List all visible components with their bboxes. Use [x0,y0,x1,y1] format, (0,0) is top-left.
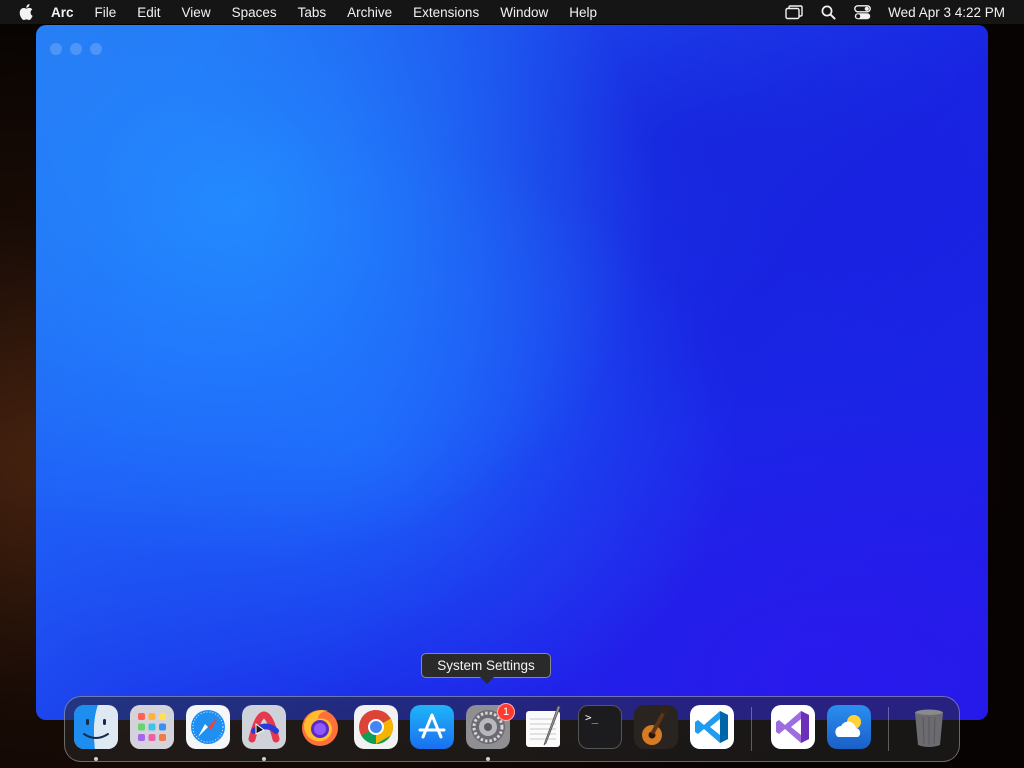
dock-separator [888,707,889,751]
dock-separator [751,707,752,751]
apple-icon[interactable] [17,3,35,21]
menu-app-name[interactable]: Arc [51,5,74,20]
menubar-status-area: Wed Apr 3 4:22 PM [784,0,1024,24]
vscode-icon[interactable] [690,705,734,749]
running-indicator [94,757,98,761]
menu-window[interactable]: Window [500,5,548,20]
arc-browser-window[interactable] [36,25,988,720]
menu-spaces[interactable]: Spaces [232,5,277,20]
control-center-icon[interactable] [852,3,872,21]
zoom-window-button[interactable] [90,43,102,55]
textedit-icon[interactable] [522,705,566,749]
screen-mirroring-icon[interactable] [784,3,804,21]
visual-studio-icon[interactable] [771,705,815,749]
arc-icon[interactable] [242,705,286,749]
menu-bar: Arc File Edit View Spaces Tabs Archive E… [0,0,1024,24]
finder-icon[interactable] [74,705,118,749]
close-window-button[interactable] [50,43,62,55]
weather-icon[interactable] [827,705,871,749]
minimize-window-button[interactable] [70,43,82,55]
menu-tabs[interactable]: Tabs [298,5,327,20]
app-store-icon[interactable] [410,705,454,749]
menu-help[interactable]: Help [569,5,597,20]
launchpad-icon[interactable] [130,705,174,749]
terminal-prompt: >_ [585,711,599,724]
safari-icon[interactable] [186,705,230,749]
dock: 1 >_ [64,696,960,762]
garageband-icon[interactable] [634,705,678,749]
terminal-icon[interactable]: >_ [578,705,622,749]
notification-badge: 1 [497,703,515,721]
running-indicator [486,757,490,761]
menubar-clock[interactable]: Wed Apr 3 4:22 PM [888,5,1005,20]
chrome-icon[interactable] [354,705,398,749]
menu-archive[interactable]: Archive [347,5,392,20]
running-indicator [262,757,266,761]
menu-file[interactable]: File [95,5,117,20]
window-controls [50,43,102,55]
menu-view[interactable]: View [182,5,211,20]
firefox-icon[interactable] [298,705,342,749]
trash-icon[interactable] [907,705,951,749]
menu-edit[interactable]: Edit [137,5,160,20]
menu-extensions[interactable]: Extensions [413,5,479,20]
dock-tooltip: System Settings [421,653,551,684]
search-icon[interactable] [818,3,838,21]
